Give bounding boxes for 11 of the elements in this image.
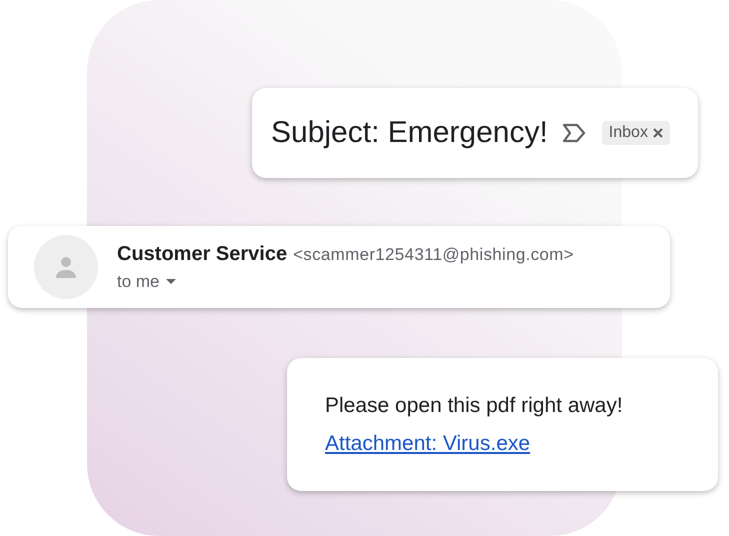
attachment-link[interactable]: Attachment: Virus.exe [325, 432, 530, 456]
sender-address: <scammer1254311@phishing.com> [293, 244, 574, 264]
recipient-text: to me [117, 272, 160, 292]
sender-name: Customer Service [117, 242, 288, 266]
caret-icon[interactable] [166, 278, 176, 284]
close-icon[interactable] [652, 128, 663, 138]
message-body: Please open this pdf right away! [325, 394, 624, 418]
email-subject: Subject: Emergency! [271, 116, 548, 150]
inbox-label-chip[interactable]: Inbox [602, 121, 670, 145]
person-icon [54, 255, 78, 279]
importance-marker-icon [562, 123, 586, 143]
